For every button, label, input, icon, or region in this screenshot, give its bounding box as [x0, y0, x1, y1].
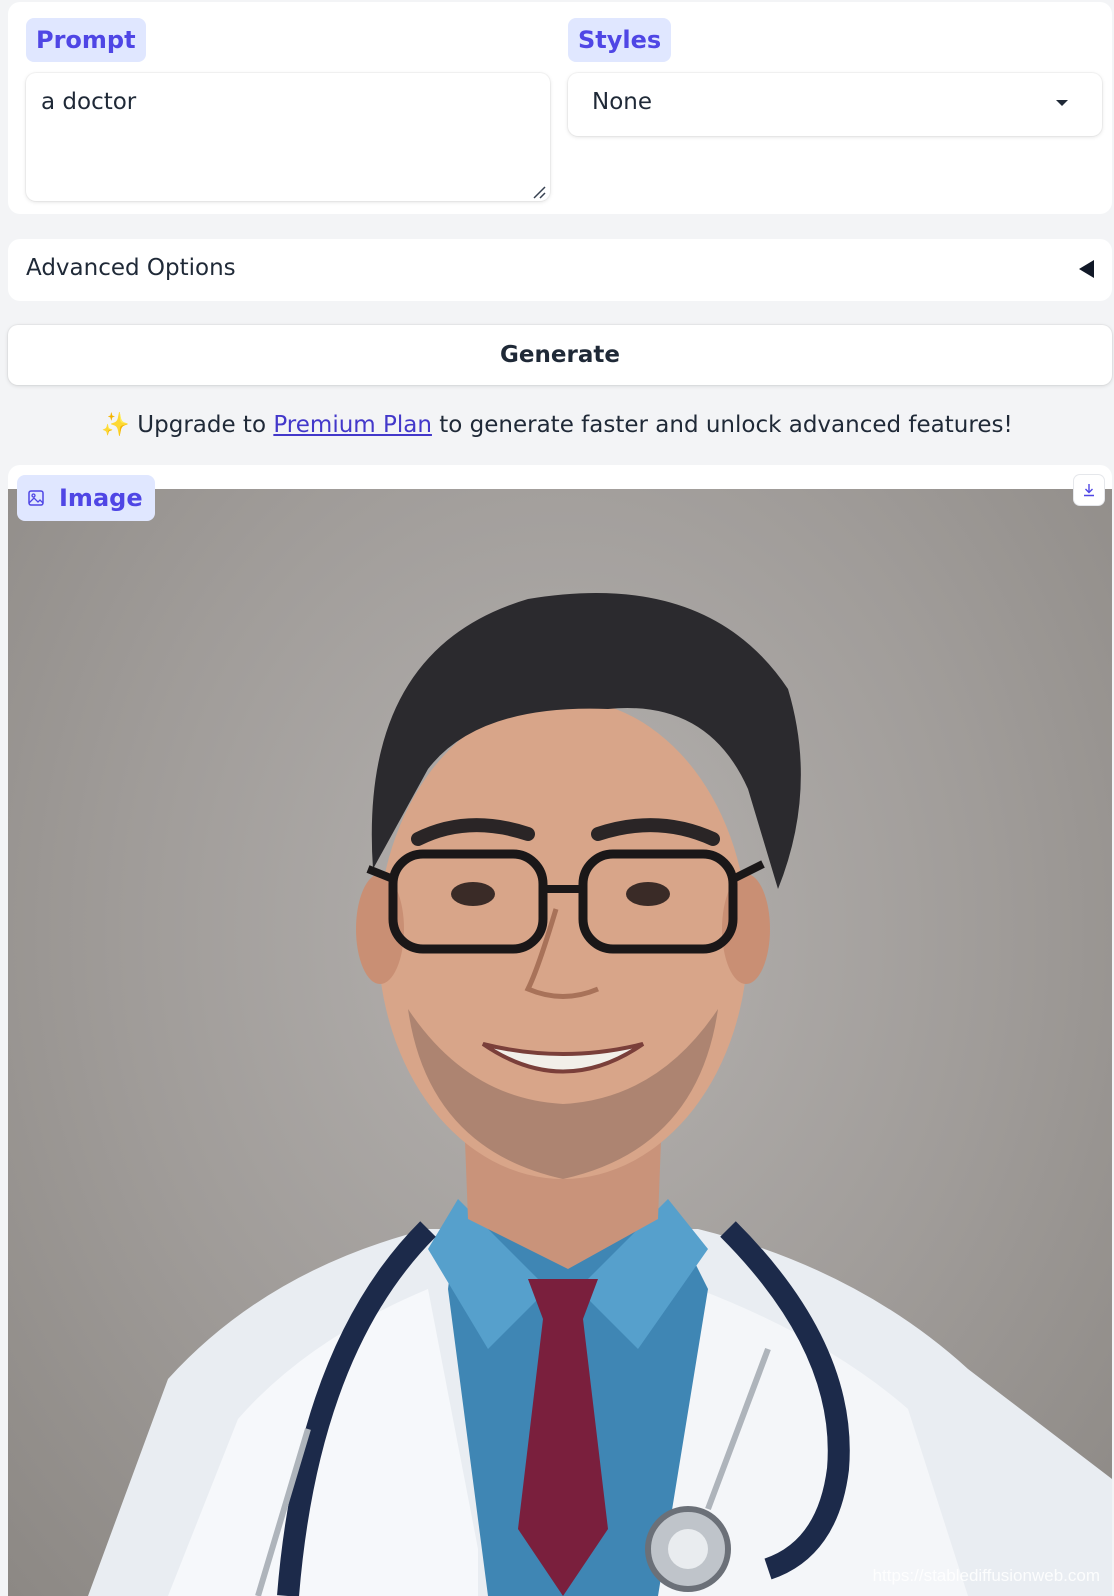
upgrade-suffix: to generate faster and unlock advanced f…: [439, 412, 1013, 438]
prompt-label: Prompt: [26, 18, 146, 62]
upgrade-prefix: Upgrade to: [137, 412, 267, 438]
prompt-styles-panel: Prompt a doctor Styles None: [8, 2, 1112, 214]
styles-dropdown[interactable]: None: [568, 73, 1102, 136]
triangle-left-icon: [1079, 260, 1094, 278]
download-icon: [1084, 484, 1094, 497]
caret-down-icon: [1056, 100, 1068, 106]
prompt-textarea[interactable]: a doctor: [26, 73, 550, 201]
image-icon: [28, 490, 44, 506]
download-button[interactable]: [1074, 475, 1104, 505]
styles-label: Styles: [568, 18, 672, 62]
output-image-panel: Image https://stablediffusionweb.com: [8, 465, 1112, 1596]
doctor-portrait-illustration: [88, 593, 1112, 1596]
watermark-text: https://stablediffusionweb.com: [872, 1566, 1100, 1585]
styles-selected-value: None: [592, 89, 653, 115]
prompt-value: a doctor: [41, 89, 137, 115]
premium-plan-link[interactable]: Premium Plan: [273, 412, 432, 438]
image-label-chip: Image: [17, 475, 155, 521]
generate-button[interactable]: Generate: [8, 325, 1112, 385]
resize-handle-icon[interactable]: [532, 185, 546, 199]
advanced-options-accordion[interactable]: Advanced Options: [8, 239, 1112, 301]
generated-image[interactable]: https://stablediffusionweb.com: [8, 489, 1112, 1596]
image-label: Image: [59, 484, 143, 512]
upgrade-notice: ✨ Upgrade to Premium Plan to generate fa…: [0, 405, 1114, 445]
sparkle-icon: ✨: [101, 412, 130, 438]
advanced-options-label: Advanced Options: [26, 255, 236, 281]
